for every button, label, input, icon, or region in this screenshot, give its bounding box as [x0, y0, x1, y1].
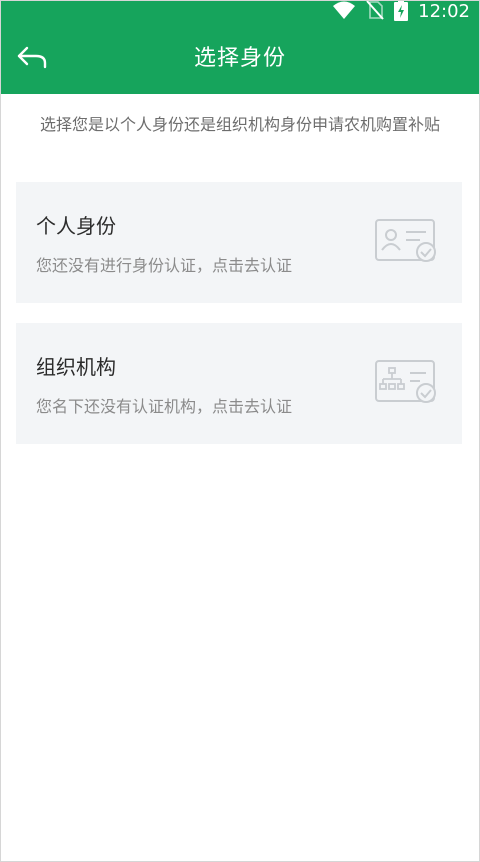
status-bar: 12:02: [0, 0, 480, 24]
personal-identity-subtitle: 您还没有进行身份认证，点击去认证: [36, 256, 293, 275]
organization-subtitle: 您名下还没有认证机构，点击去认证: [36, 397, 293, 416]
no-sim-icon: [366, 0, 384, 24]
intro-text: 选择您是以个人身份还是组织机构身份申请农机购置补贴: [39, 115, 440, 134]
status-time: 12:02: [418, 1, 470, 22]
personal-identity-title: 个人身份: [36, 214, 116, 238]
wifi-icon: [332, 0, 356, 24]
battery-charging-icon: [394, 0, 409, 25]
organization-card[interactable]: 组织机构 您名下还没有认证机构，点击去认证: [16, 323, 462, 444]
status-icons: 12:02: [332, 0, 470, 25]
id-card-check-icon: [374, 218, 438, 266]
org-chart-check-icon: [374, 359, 438, 407]
page-title: 选择身份: [193, 46, 286, 71]
personal-identity-card[interactable]: 个人身份 您还没有进行身份认证，点击去认证: [16, 182, 462, 303]
organization-title: 组织机构: [36, 355, 116, 379]
app-bar: 选择身份: [0, 24, 480, 94]
